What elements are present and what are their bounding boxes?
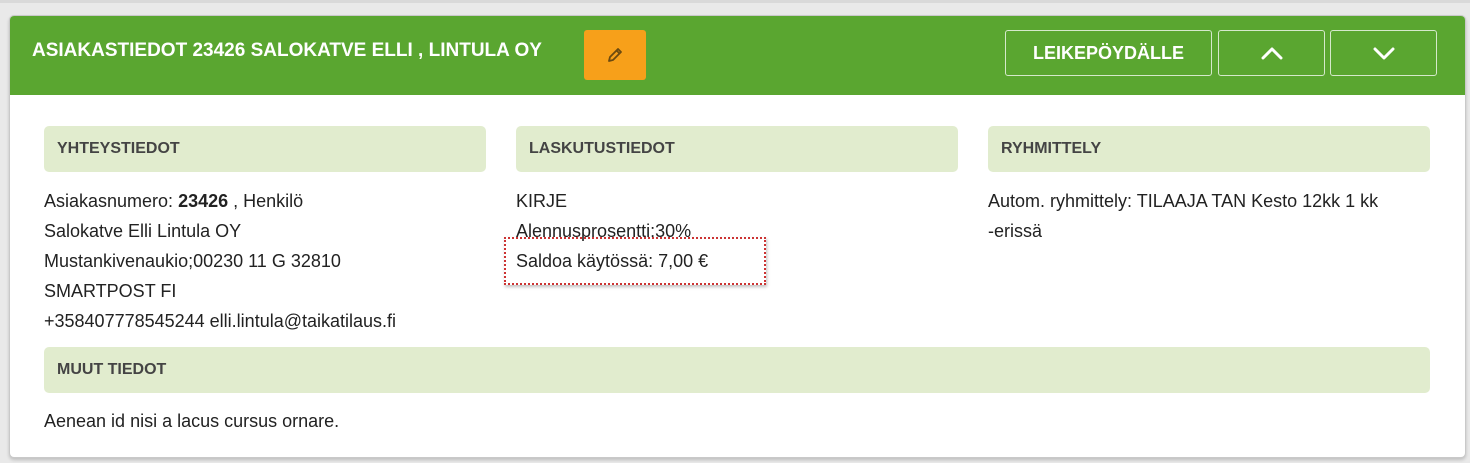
edit-button[interactable] (584, 30, 646, 80)
customer-number-line: Asiakasnumero: 23426 , Henkilö (44, 186, 303, 216)
copy-to-clipboard-button[interactable]: LEIKEPÖYDÄLLE (1005, 30, 1212, 76)
customer-panel: ASIAKASTIEDOT 23426 SALOKATVE ELLI , LIN… (9, 15, 1466, 458)
customer-address: Mustankivenaukio;00230 11 G 32810 (44, 251, 341, 271)
phone-email: +358407778545244 elli.lintula@taikatilau… (44, 311, 397, 331)
pencil-icon (608, 48, 622, 62)
panel-title: ASIAKASTIEDOT 23426 SALOKATVE ELLI , LIN… (32, 40, 542, 61)
grouping-section-heading: RYHMITTELY (988, 126, 1430, 172)
other-info-heading: MUUT TIEDOT (44, 347, 1430, 393)
customer-name: Salokatve Elli Lintula OY (44, 221, 242, 241)
move-up-button[interactable] (1218, 30, 1325, 76)
panel-header: ASIAKASTIEDOT 23426 SALOKATVE ELLI , LIN… (10, 16, 1465, 95)
grouping-line-1: Autom. ryhmittely: TILAAJA TAN Kesto 12k… (988, 191, 1379, 211)
balance-highlight (504, 237, 766, 285)
contact-section-heading: YHTEYSTIEDOT (44, 126, 486, 172)
grouping-line-2: -erissä (988, 221, 1043, 241)
chevron-up-icon (1261, 47, 1283, 60)
delivery-method: SMARTPOST FI (44, 281, 177, 301)
customer-number: 23426 (178, 191, 229, 211)
other-info-text: Aenean id nisi a lacus cursus ornare. (44, 411, 340, 431)
billing-section-heading: LASKUTUSTIEDOT (516, 126, 958, 172)
move-down-button[interactable] (1330, 30, 1437, 76)
chevron-down-icon (1373, 47, 1395, 60)
billing-method: KIRJE (516, 191, 568, 211)
customer-number-label: Asiakasnumero: (44, 191, 179, 211)
customer-type: , Henkilö (228, 191, 304, 211)
top-divider (0, 0, 1470, 3)
